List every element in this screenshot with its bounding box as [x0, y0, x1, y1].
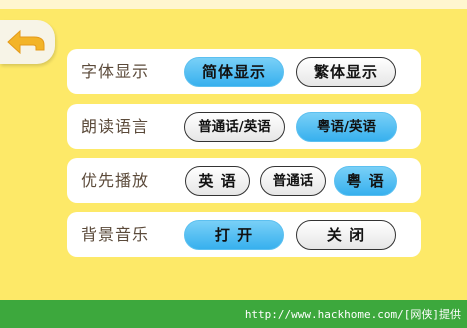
reading-language-row: 朗读语言 普通话/英语 粤语/英语 — [67, 104, 421, 149]
mandarin-english-button[interactable]: 普通话/英语 — [184, 112, 285, 142]
priority-playback-label: 优先播放 — [81, 171, 150, 190]
font-display-label: 字体显示 — [81, 62, 150, 81]
cantonese-priority-button[interactable]: 粤 语 — [334, 166, 397, 196]
reading-language-label: 朗读语言 — [81, 117, 150, 136]
priority-playback-row: 优先播放 英 语 普通话 粤 语 — [67, 158, 421, 203]
english-priority-button[interactable]: 英 语 — [185, 166, 250, 196]
music-on-button[interactable]: 打 开 — [184, 220, 284, 250]
font-display-row: 字体显示 简体显示 繁体显示 — [67, 49, 421, 94]
music-off-button[interactable]: 关 闭 — [296, 220, 396, 250]
background-music-label: 背景音乐 — [81, 225, 150, 244]
bottom-bar: http://www.hackhome.com/[网侠]提供 — [0, 300, 467, 328]
watermark-text: http://www.hackhome.com/[网侠]提供 — [244, 308, 461, 321]
background-music-row: 背景音乐 打 开 关 闭 — [67, 212, 421, 257]
simplified-display-button[interactable]: 简体显示 — [184, 57, 284, 87]
back-arrow-icon — [7, 29, 45, 55]
back-button[interactable] — [0, 20, 55, 64]
cantonese-english-button[interactable]: 粤语/英语 — [296, 112, 397, 142]
mandarin-priority-button[interactable]: 普通话 — [260, 166, 326, 196]
traditional-display-button[interactable]: 繁体显示 — [296, 57, 396, 87]
top-strip — [0, 0, 467, 9]
